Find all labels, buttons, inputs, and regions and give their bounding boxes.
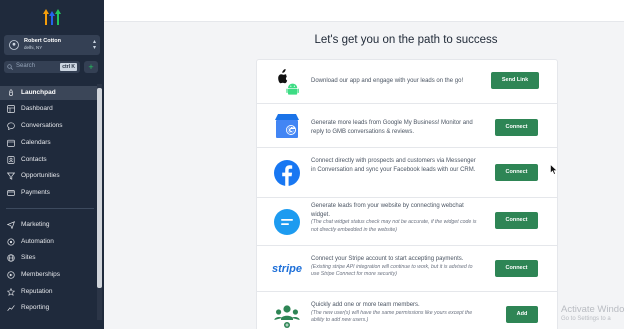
sidebar-item-launchpad[interactable]: Launchpad — [0, 86, 97, 100]
launchpad-row-team: Quickly add one or more team members. (T… — [257, 292, 557, 329]
send-link-button[interactable]: Send Link — [491, 72, 539, 89]
add-team-member-button[interactable]: Add — [506, 306, 538, 323]
sidebar-item-contacts[interactable]: Contacts — [0, 153, 97, 167]
search-icon — [7, 64, 13, 70]
stripe-icon: stripe — [272, 263, 302, 275]
sidebar: Robert Cotton delhi, NY ▴ ▾ Search ctrl K… — [0, 0, 104, 329]
launchpad-row-app: Download our app and engage with your le… — [257, 60, 557, 104]
sidebar-item-label: Opportunities — [21, 172, 60, 179]
launchpad-row-facebook: Connect directly with prospects and cust… — [257, 148, 557, 198]
row-description: Generate more leads from Google My Busin… — [311, 120, 473, 135]
sidebar-item-automation[interactable]: Automation — [0, 235, 97, 249]
sidebar-item-dashboard[interactable]: Dashboard — [0, 102, 97, 116]
sidebar-item-label: Memberships — [21, 271, 61, 278]
account-location: delhi, NY — [24, 45, 43, 50]
connect-stripe-button[interactable]: Connect — [495, 260, 538, 277]
star-icon — [7, 288, 15, 296]
location-pin-icon — [9, 40, 19, 50]
quick-add-button[interactable]: + — [84, 61, 98, 73]
brand-logo-icon[interactable] — [41, 8, 63, 26]
connect-webchat-button[interactable]: Connect — [495, 212, 538, 229]
apple-android-icon — [278, 69, 299, 95]
sidebar-scrollbar-thumb[interactable] — [97, 88, 102, 288]
sidebar-item-conversations[interactable]: Conversations — [0, 119, 97, 133]
team-icon — [274, 305, 300, 328]
search-shortcut-badge: ctrl K — [60, 63, 77, 71]
windows-activation-watermark: Activate Windo — [561, 304, 624, 315]
connect-gmb-button[interactable]: Connect — [495, 119, 538, 136]
sidebar-item-label: Reputation — [21, 288, 53, 295]
sidebar-item-label: Reporting — [21, 304, 50, 311]
row-description: Generate leads from your website by conn… — [311, 202, 481, 234]
row-title-text: Quickly add one or more team members. — [311, 302, 420, 308]
account-switcher[interactable]: Robert Cotton delhi, NY ▴ ▾ — [4, 35, 100, 55]
sidebar-item-label: Marketing — [21, 221, 50, 228]
top-header-bar — [104, 0, 624, 22]
row-subtext: (The new user(s) will have the same perm… — [311, 309, 473, 324]
sidebar-item-label: Launchpad — [21, 89, 56, 96]
contacts-icon — [7, 156, 15, 164]
row-title-text: Generate leads from your website by conn… — [311, 203, 464, 218]
calendar-icon — [7, 139, 15, 147]
sidebar-item-payments[interactable]: Payments — [0, 186, 97, 200]
sidebar-item-label: Payments — [21, 189, 50, 196]
sidebar-item-opportunities[interactable]: Opportunities — [0, 169, 97, 183]
chart-icon — [7, 305, 15, 312]
row-description: Download our app and engage with your le… — [311, 78, 464, 84]
sidebar-item-label: Contacts — [21, 156, 47, 163]
sidebar-item-label: Automation — [21, 238, 54, 245]
launchpad-row-stripe: stripe Connect your Stripe account to st… — [257, 246, 557, 292]
launchpad-row-gmb: Generate more leads from Google My Busin… — [257, 104, 557, 148]
sidebar-item-memberships[interactable]: Memberships — [0, 268, 97, 282]
dashboard-icon — [7, 105, 15, 113]
chevron-updown-icon: ▴ ▾ — [92, 39, 96, 51]
sidebar-item-reputation[interactable]: Reputation — [0, 285, 97, 299]
windows-activation-subtext: Go to Settings to a — [561, 316, 611, 322]
chat-icon — [7, 122, 15, 130]
row-description: Connect your Stripe account to start acc… — [311, 255, 481, 279]
automation-icon — [7, 238, 15, 246]
row-description: Connect directly with prospects and cust… — [311, 158, 476, 173]
sidebar-item-sites[interactable]: Sites — [0, 251, 97, 265]
app-window: Robert Cotton delhi, NY ▴ ▾ Search ctrl K… — [0, 0, 624, 329]
globe-icon — [7, 254, 15, 262]
page-title: Let's get you on the path to success — [314, 34, 498, 46]
facebook-icon — [274, 160, 300, 186]
webchat-icon — [274, 209, 300, 235]
launchpad-card: Download our app and engage with your le… — [256, 59, 558, 329]
connect-facebook-button[interactable]: Connect — [495, 164, 538, 181]
payments-icon — [7, 190, 15, 196]
row-description: Quickly add one or more team members. (T… — [311, 301, 481, 325]
row-title-text: Connect your Stripe account to start acc… — [311, 256, 464, 262]
rocket-icon — [8, 89, 14, 96]
search-input[interactable]: Search ctrl K — [4, 61, 80, 73]
sidebar-item-label: Dashboard — [21, 105, 53, 112]
launchpad-row-webchat: Generate leads from your website by conn… — [257, 198, 557, 246]
google-my-business-icon — [275, 114, 299, 138]
sidebar-item-label: Calendars — [21, 139, 51, 146]
sidebar-item-marketing[interactable]: Marketing — [0, 218, 97, 232]
membership-icon — [7, 271, 15, 279]
mouse-cursor-icon — [550, 164, 558, 175]
sidebar-item-label: Conversations — [21, 122, 63, 129]
row-subtext: (Existing stripe API integration will co… — [311, 263, 473, 278]
row-subtext: (The chat widget status check may not be… — [311, 219, 477, 233]
search-placeholder: Search — [16, 63, 36, 69]
send-icon — [7, 221, 15, 229]
funnel-icon — [7, 172, 15, 180]
sidebar-item-label: Sites — [21, 254, 36, 261]
sidebar-item-reporting[interactable]: Reporting — [0, 301, 97, 315]
sidebar-item-calendars[interactable]: Calendars — [0, 136, 97, 150]
sidebar-divider — [6, 208, 94, 209]
account-name: Robert Cotton — [24, 38, 61, 44]
